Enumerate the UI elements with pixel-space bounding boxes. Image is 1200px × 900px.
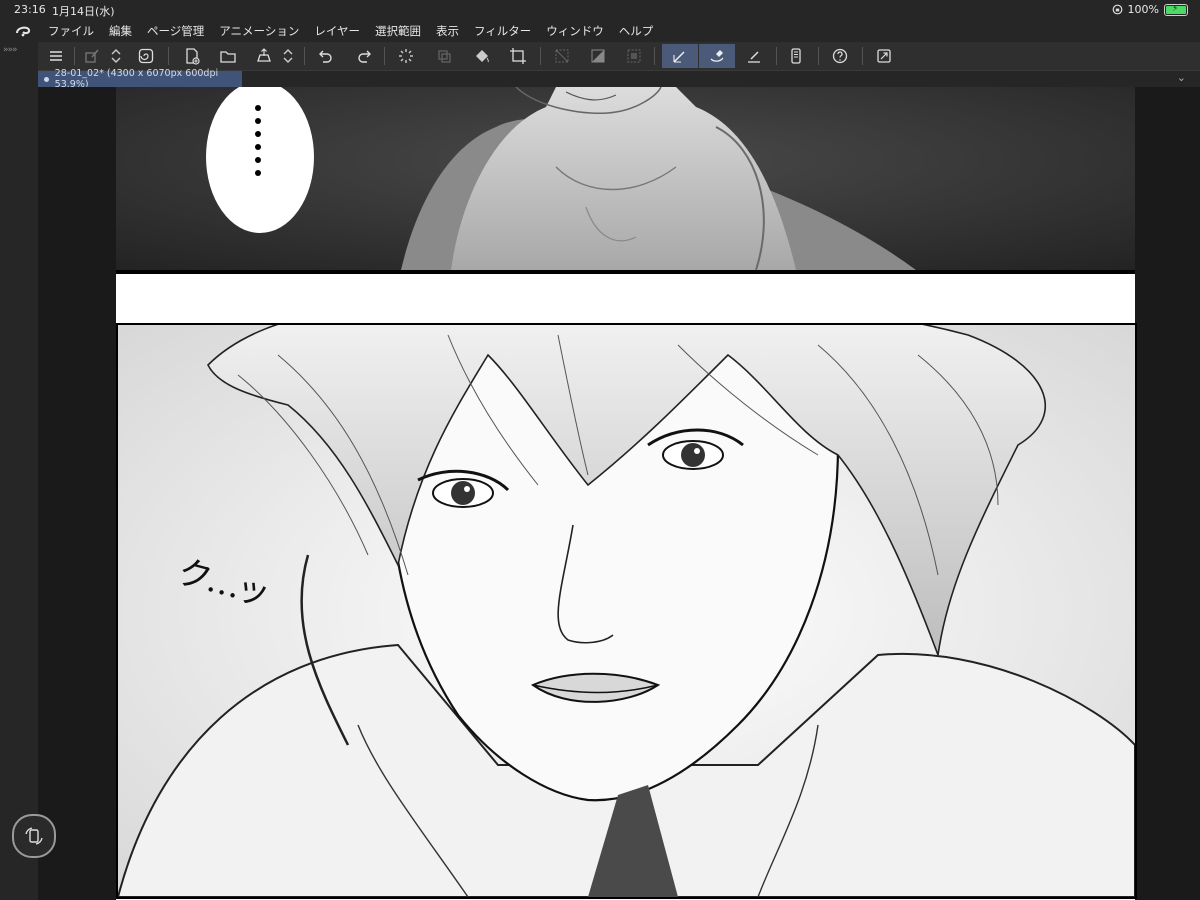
snap-ruler-icon [673,51,685,63]
menu-page[interactable]: ページ管理 [147,23,204,39]
battery-percent: 100% [1127,3,1159,16]
export-stepper-button[interactable] [280,44,296,68]
menu-animation[interactable]: アニメーション [219,23,299,39]
battery-icon: ⚡ [1164,3,1188,16]
expand-panel-icon[interactable]: »»» [3,45,17,55]
companion-mode-button[interactable] [828,44,852,68]
folder-icon [220,51,236,63]
hamburger-menu-button[interactable] [44,44,68,68]
device-icon [791,48,801,64]
copy-icon [438,50,451,63]
manga-page: ク…ッ [116,87,1137,900]
stepper-button[interactable] [108,44,124,68]
up-down-icon [283,49,293,63]
loading-button[interactable] [394,44,418,68]
document-tab-bar: 28-01_02* (4300 x 6070px 600dpi 53.9%) ⌄ [38,68,1200,90]
status-right: 100% ⚡ [1112,3,1188,16]
open-file-button[interactable] [216,44,240,68]
spiral-icon [138,48,154,64]
status-bar: 23:16 1月14日(水) 100% ⚡ [0,0,1200,20]
orientation-lock-icon [1112,4,1122,15]
paint-bucket-icon [476,50,489,63]
layer-edit-icon [85,49,99,63]
snap-grid-button[interactable] [742,44,766,68]
menu-layer[interactable]: レイヤー [314,23,360,39]
main-panel-artwork [118,325,1135,897]
undo-icon [319,50,332,63]
invert-selection-icon [591,49,605,63]
menu-edit[interactable]: 編集 [109,23,132,39]
menu-file[interactable]: ファイル [48,23,94,39]
menu-window[interactable]: ウィンドウ [546,23,604,39]
spinner-icon [399,49,413,63]
transform-button[interactable] [506,44,530,68]
status-time: 23:16 [14,3,46,16]
menu-bar: ファイル 編集 ページ管理 アニメーション レイヤー 選択範囲 表示 フィルター… [0,20,1200,42]
brush-snap-icon [710,50,724,62]
unsaved-dot-icon [44,76,49,82]
device-settings-button[interactable] [784,44,808,68]
new-page-button[interactable] [180,44,204,68]
app-logo-icon[interactable] [14,24,36,38]
deselect-icon [555,49,569,63]
export-icon [257,48,271,62]
menu-selection[interactable]: 選択範囲 [375,23,421,39]
document-tab[interactable]: 28-01_02* (4300 x 6070px 600dpi 53.9%) [38,68,242,90]
chevron-down-icon[interactable]: ⌄ [1177,71,1186,84]
selection-border-icon [627,49,641,63]
main-panel: ク…ッ [116,323,1137,899]
left-panel-strip: »»» [0,42,38,900]
ellipsis-dots [255,105,263,183]
crop-icon [510,48,526,64]
help-bubble-icon [832,48,848,64]
snap-special-ruler-button[interactable] [699,44,735,68]
canvas-area[interactable]: ク…ッ [38,87,1200,900]
edit-layer-button[interactable] [80,44,104,68]
export-button[interactable] [252,44,276,68]
copy-button[interactable] [432,44,456,68]
rotate-icon [25,827,43,845]
redo-icon [358,50,371,63]
menu-view[interactable]: 表示 [436,23,459,39]
rotate-canvas-button[interactable] [12,814,56,858]
invert-selection-button[interactable] [586,44,610,68]
fullscreen-button[interactable] [872,44,896,68]
menu-help[interactable]: ヘルプ [619,23,654,39]
snap-ruler-button[interactable] [662,44,698,68]
expand-icon [877,49,891,63]
speech-bubble [206,87,314,233]
redo-button[interactable] [352,44,376,68]
undo-button[interactable] [314,44,338,68]
reference-layer-button[interactable] [134,44,158,68]
new-document-icon [186,48,200,65]
up-down-icon [111,49,121,63]
hamburger-icon [50,51,62,61]
menu-filter[interactable]: フィルター [474,23,531,39]
pen-line-icon [748,51,760,63]
clear-selection-button[interactable] [550,44,574,68]
top-panel [116,87,1135,274]
status-date: 1月14日(水) [52,5,115,18]
fill-button[interactable] [470,44,494,68]
panel-gutter [116,274,1135,321]
command-bar [38,42,1200,71]
selection-border-button[interactable] [622,44,646,68]
